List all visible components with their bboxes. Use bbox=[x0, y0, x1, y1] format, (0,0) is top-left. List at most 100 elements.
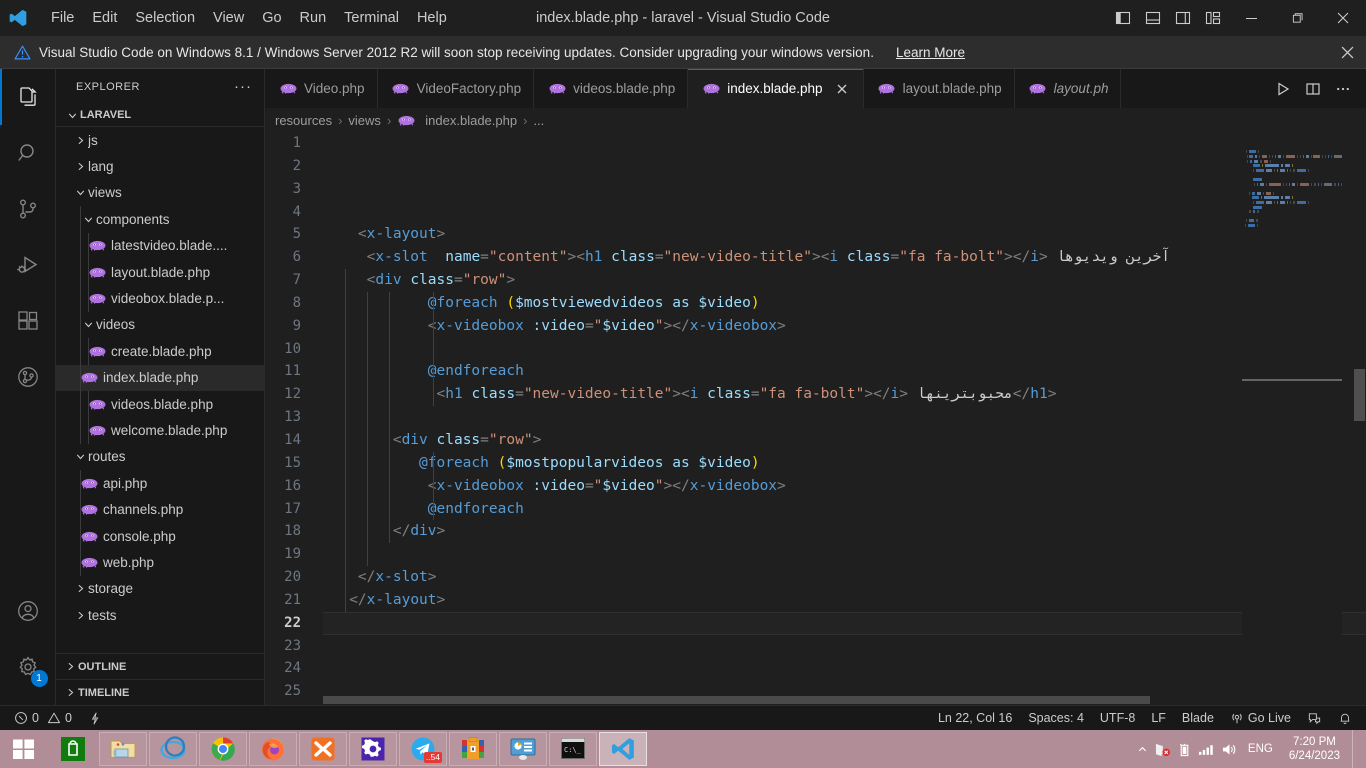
taskbar-firefox[interactable] bbox=[249, 732, 297, 766]
tree-file-videos-blade-php[interactable]: videos.blade.php bbox=[56, 390, 265, 418]
signal-icon[interactable] bbox=[1198, 742, 1215, 756]
breadcrumb-item[interactable]: resources bbox=[275, 113, 332, 128]
activity-source-control[interactable] bbox=[0, 181, 56, 237]
toggle-secondary-sidebar-icon[interactable] bbox=[1168, 0, 1198, 36]
menu-run[interactable]: Run bbox=[291, 6, 336, 30]
split-editor-icon[interactable] bbox=[1298, 69, 1328, 108]
eol-status[interactable]: LF bbox=[1143, 706, 1174, 731]
toggle-panel-icon[interactable] bbox=[1138, 0, 1168, 36]
cursor-position-status[interactable]: Ln 22, Col 16 bbox=[930, 706, 1020, 731]
tree-file-welcome-blade-php[interactable]: welcome.blade.php bbox=[56, 417, 265, 444]
tree-folder-js[interactable]: js bbox=[56, 127, 265, 153]
code-line[interactable] bbox=[323, 337, 1366, 361]
minimap[interactable] bbox=[1242, 132, 1342, 705]
tree-folder-routes[interactable]: routes bbox=[56, 444, 265, 470]
go-live-status[interactable]: Go Live bbox=[1222, 706, 1299, 731]
code-line[interactable]: </div> bbox=[323, 520, 1366, 544]
code-line[interactable] bbox=[323, 132, 1366, 155]
menu-view[interactable]: View bbox=[204, 6, 253, 30]
sidebar-more-actions-icon[interactable]: ··· bbox=[234, 78, 252, 95]
code-line[interactable] bbox=[323, 611, 1366, 635]
toggle-primary-sidebar-icon[interactable] bbox=[1108, 0, 1138, 36]
taskbar-xampp[interactable] bbox=[299, 732, 347, 766]
taskbar-winrar[interactable] bbox=[449, 732, 497, 766]
breadcrumb-item[interactable]: views bbox=[348, 113, 381, 128]
code-editor[interactable]: 1 2 3 4 5 6 7 8 9 10 11 12 13 14 15 16 17 18 19 20 21 22 23 24 2… bbox=[265, 132, 1366, 705]
tree-folder-lang[interactable]: lang bbox=[56, 153, 265, 179]
scrollbar-thumb[interactable] bbox=[1354, 369, 1365, 421]
tree-file-layout-blade-php[interactable]: layout.blade.php bbox=[56, 258, 265, 286]
tree-file-api-php[interactable]: api.php bbox=[56, 470, 265, 497]
tray-language[interactable]: ENG bbox=[1244, 743, 1277, 755]
taskbar-telegram[interactable]: ..54 bbox=[399, 732, 447, 766]
volume-icon[interactable] bbox=[1221, 742, 1238, 757]
activity-extensions[interactable] bbox=[0, 293, 56, 349]
tab-layout-blade-php[interactable]: layout.blade.php bbox=[863, 69, 1015, 108]
activity-run-and-debug[interactable] bbox=[0, 237, 56, 293]
section-outline[interactable]: OUTLINE bbox=[56, 653, 265, 679]
code-line[interactable]: <div class="row"> bbox=[323, 269, 1366, 292]
taskbar-google-chrome[interactable] bbox=[199, 732, 247, 766]
maximize-button[interactable] bbox=[1274, 0, 1320, 36]
workspace-root-header[interactable]: LARAVEL bbox=[56, 104, 264, 126]
taskbar-microsoft-store[interactable] bbox=[49, 732, 97, 766]
code-line[interactable] bbox=[323, 178, 1366, 201]
scrollbar-thumb[interactable] bbox=[323, 696, 1150, 704]
show-desktop-button[interactable] bbox=[1352, 730, 1360, 768]
code-line[interactable] bbox=[323, 657, 1366, 680]
taskbar-settings[interactable] bbox=[349, 732, 397, 766]
activity-manage-settings[interactable]: 1 bbox=[0, 639, 56, 695]
tab-video-php[interactable]: Video.php bbox=[265, 69, 378, 108]
tree-file-channels-php[interactable]: channels.php bbox=[56, 496, 265, 523]
code-line[interactable] bbox=[323, 543, 1366, 567]
encoding-status[interactable]: UTF-8 bbox=[1092, 706, 1143, 731]
menu-file[interactable]: File bbox=[42, 6, 83, 30]
code-line[interactable]: <x-slot name="content"><h1 class="new-vi… bbox=[323, 246, 1366, 269]
code-line[interactable]: @endforeach bbox=[323, 497, 1366, 521]
taskbar-control-panel[interactable] bbox=[499, 732, 547, 766]
code-line[interactable]: </x-slot> bbox=[323, 566, 1366, 589]
code-line[interactable]: </x-layout> bbox=[323, 588, 1366, 612]
start-button[interactable] bbox=[0, 730, 48, 768]
menu-go[interactable]: Go bbox=[253, 6, 290, 30]
tab-videos-blade-php[interactable]: videos.blade.php bbox=[534, 69, 689, 108]
menu-help[interactable]: Help bbox=[408, 6, 456, 30]
menu-edit[interactable]: Edit bbox=[83, 6, 126, 30]
code-line[interactable] bbox=[323, 635, 1366, 658]
code-line[interactable]: <div class="row"> bbox=[323, 428, 1366, 452]
breadcrumb-item[interactable]: ... bbox=[533, 113, 544, 128]
taskbar-command-prompt[interactable]: C:\_ bbox=[549, 732, 597, 766]
code-content[interactable]: <x-layout> <x-slot name="content"><h1 cl… bbox=[323, 132, 1366, 705]
indentation-status[interactable]: Spaces: 4 bbox=[1020, 706, 1092, 731]
taskbar-visual-studio-code[interactable] bbox=[599, 732, 647, 766]
code-line[interactable]: @foreach ($mostviewedvideos as $video) bbox=[323, 291, 1366, 315]
activity-gitlens[interactable] bbox=[0, 349, 56, 405]
code-line[interactable]: <x-videobox :video="$video"></x-videobox… bbox=[323, 474, 1366, 498]
menu-terminal[interactable]: Terminal bbox=[335, 6, 408, 30]
section-timeline[interactable]: TIMELINE bbox=[56, 679, 265, 705]
notifications-status[interactable] bbox=[1330, 706, 1360, 731]
tray-overflow-icon[interactable] bbox=[1137, 744, 1148, 755]
banner-close-button[interactable] bbox=[1341, 36, 1354, 69]
tree-file-index-blade-php[interactable]: index.blade.php bbox=[56, 364, 265, 391]
tab-layout-ph[interactable]: layout.ph bbox=[1014, 69, 1122, 108]
tree-file-web-php[interactable]: web.php bbox=[56, 549, 265, 576]
battery-icon[interactable] bbox=[1177, 742, 1192, 757]
breadcrumb-item[interactable]: index.blade.php bbox=[397, 113, 517, 128]
code-line[interactable]: <x-videobox :video="$video"></x-videobox… bbox=[323, 314, 1366, 338]
ports-status[interactable] bbox=[80, 706, 110, 731]
tray-clock[interactable]: 7:20 PM 6/24/2023 bbox=[1283, 735, 1346, 763]
network-error-icon[interactable] bbox=[1154, 742, 1171, 757]
code-line[interactable] bbox=[323, 155, 1366, 178]
taskbar-file-explorer[interactable] bbox=[99, 732, 147, 766]
tab-videofactory-php[interactable]: VideoFactory.php bbox=[377, 69, 535, 108]
more-actions-icon[interactable] bbox=[1328, 69, 1358, 108]
remote-window-status[interactable] bbox=[1299, 706, 1330, 731]
editor-horizontal-scrollbar[interactable] bbox=[323, 695, 1308, 705]
code-line[interactable]: <x-layout> bbox=[323, 223, 1366, 246]
customize-layout-icon[interactable] bbox=[1198, 0, 1228, 36]
tree-folder-videos[interactable]: videos bbox=[56, 311, 265, 339]
tab-index-blade-php[interactable]: index.blade.php bbox=[688, 69, 864, 108]
tree-file-create-blade-php[interactable]: create.blade.php bbox=[56, 338, 265, 365]
language-mode-status[interactable]: Blade bbox=[1174, 706, 1222, 731]
